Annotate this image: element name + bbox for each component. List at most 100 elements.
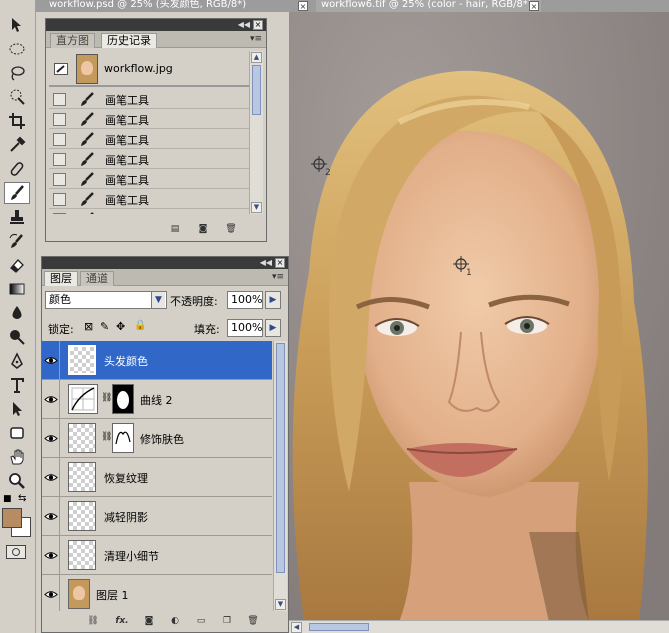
crop-tool-icon[interactable]: [4, 110, 30, 132]
history-source-checkbox[interactable]: [53, 213, 66, 214]
gradient-tool-icon[interactable]: [4, 278, 30, 300]
visibility-eye-icon[interactable]: [42, 341, 60, 379]
history-brush-source-icon[interactable]: [54, 63, 68, 75]
collapse-icon[interactable]: ◀◀: [260, 257, 272, 269]
new-group-icon[interactable]: ▭: [194, 615, 208, 627]
move-tool-icon[interactable]: [4, 14, 30, 36]
add-mask-icon[interactable]: ◙: [142, 615, 156, 627]
visibility-eye-icon[interactable]: [42, 497, 60, 535]
close-icon[interactable]: ×: [253, 20, 263, 30]
document-tab-workflow6-tif[interactable]: workflow6.tif @ 25% (color - hair, RGB/8…: [316, 0, 541, 12]
scroll-down-icon[interactable]: ▼: [275, 599, 286, 610]
layer-mask-thumbnail[interactable]: [112, 384, 134, 414]
layer-row[interactable]: ⛓ 修饰肤色: [42, 419, 272, 458]
swap-colors-icon[interactable]: ⇆: [18, 493, 26, 504]
document-tab-workflow-psd[interactable]: workflow.psd @ 25% (头发颜色, RGB/8*) ×: [44, 0, 310, 12]
lock-position-icon[interactable]: ✥: [116, 320, 125, 333]
fill-slider-button[interactable]: ▶: [265, 319, 281, 337]
lasso-tool-icon[interactable]: [4, 62, 30, 84]
layer-row[interactable]: 恢复纹理: [42, 458, 272, 497]
history-source-checkbox[interactable]: [53, 193, 66, 206]
fill-field[interactable]: 100%: [227, 319, 263, 337]
panel-menu-icon[interactable]: ▾≡: [272, 272, 284, 282]
layers-scrollbar[interactable]: ▼: [273, 341, 287, 611]
layer-row[interactable]: 头发颜色: [42, 341, 272, 380]
history-state[interactable]: 画笔工具: [49, 189, 249, 209]
visibility-eye-icon[interactable]: [42, 575, 60, 611]
quick-mask-icon[interactable]: [6, 545, 26, 559]
visibility-eye-icon[interactable]: [42, 536, 60, 574]
scroll-thumb[interactable]: [309, 623, 369, 631]
history-source-checkbox[interactable]: [53, 133, 66, 146]
close-icon[interactable]: ×: [275, 258, 285, 268]
eyedropper-tool-icon[interactable]: [4, 134, 30, 156]
collapse-icon[interactable]: ◀◀: [238, 19, 250, 31]
adjustment-layer-icon[interactable]: ◐: [168, 615, 182, 627]
close-icon[interactable]: ×: [298, 1, 308, 11]
lock-all-icon[interactable]: 🔒: [134, 320, 146, 331]
type-tool-icon[interactable]: [4, 374, 30, 396]
tab-history[interactable]: 历史记录: [101, 33, 157, 48]
snapshot-camera-icon[interactable]: ◙: [196, 223, 210, 235]
quick-selection-tool-icon[interactable]: [4, 86, 30, 108]
opacity-slider-button[interactable]: ▶: [265, 291, 281, 309]
history-source-checkbox[interactable]: [53, 173, 66, 186]
visibility-eye-icon[interactable]: [42, 380, 60, 418]
zoom-tool-icon[interactable]: [4, 470, 30, 492]
history-brush-tool-icon[interactable]: [4, 230, 30, 252]
dodge-tool-icon[interactable]: [4, 326, 30, 348]
lock-transparency-icon[interactable]: ⊠: [84, 320, 93, 333]
lock-pixels-icon[interactable]: ✎: [100, 320, 109, 333]
link-icon[interactable]: ⛓: [86, 615, 100, 627]
history-source-checkbox[interactable]: [53, 113, 66, 126]
scroll-left-icon[interactable]: ◀: [291, 622, 302, 633]
pen-tool-icon[interactable]: [4, 350, 30, 372]
healing-brush-tool-icon[interactable]: [4, 158, 30, 180]
history-state[interactable]: 画笔工具: [49, 209, 249, 214]
default-colors-icon[interactable]: ■: [3, 494, 12, 504]
history-scrollbar[interactable]: ▲ ▼: [249, 51, 263, 214]
tab-layers[interactable]: 图层: [44, 271, 78, 286]
visibility-eye-icon[interactable]: [42, 458, 60, 496]
history-state[interactable]: 画笔工具: [49, 169, 249, 189]
new-layer-icon[interactable]: ❐: [220, 615, 234, 627]
foreground-color-swatch[interactable]: [2, 508, 22, 528]
history-state[interactable]: 画笔工具: [49, 149, 249, 169]
tab-channels[interactable]: 通道: [80, 271, 114, 286]
history-source-checkbox[interactable]: [53, 93, 66, 106]
path-selection-tool-icon[interactable]: [4, 398, 30, 420]
history-state[interactable]: 画笔工具: [49, 109, 249, 129]
blend-mode-select[interactable]: 颜色 ▼: [45, 291, 167, 309]
blur-tool-icon[interactable]: [4, 302, 30, 324]
eraser-tool-icon[interactable]: [4, 254, 30, 276]
mask-link-icon[interactable]: ⛓: [101, 393, 112, 403]
visibility-eye-icon[interactable]: [42, 419, 60, 457]
scroll-down-icon[interactable]: ▼: [251, 202, 262, 213]
layer-row[interactable]: 清理小细节: [42, 536, 272, 575]
layer-row[interactable]: 减轻阴影: [42, 497, 272, 536]
scroll-thumb[interactable]: [276, 343, 285, 573]
shape-tool-icon[interactable]: [4, 422, 30, 444]
panel-menu-icon[interactable]: ▾≡: [250, 34, 262, 44]
scroll-up-icon[interactable]: ▲: [251, 52, 262, 63]
fx-icon[interactable]: fx.: [112, 615, 132, 627]
history-state[interactable]: 画笔工具: [49, 89, 249, 109]
trash-icon[interactable]: 🗑: [246, 615, 260, 627]
history-snapshot[interactable]: workflow.jpg: [49, 51, 249, 87]
history-source-checkbox[interactable]: [53, 153, 66, 166]
hand-tool-icon[interactable]: [4, 446, 30, 468]
marquee-tool-icon[interactable]: [4, 38, 30, 60]
document-canvas[interactable]: 2 1: [289, 12, 669, 622]
trash-icon[interactable]: 🗑: [224, 223, 238, 235]
layer-mask-thumbnail[interactable]: [112, 423, 134, 453]
layer-row[interactable]: 图层 1: [42, 575, 272, 611]
close-icon[interactable]: ×: [529, 1, 539, 11]
stamp-tool-icon[interactable]: [4, 206, 30, 228]
tab-histogram[interactable]: 直方图: [50, 33, 95, 48]
scroll-thumb[interactable]: [252, 65, 261, 115]
opacity-field[interactable]: 100%: [227, 291, 263, 309]
mask-link-icon[interactable]: ⛓: [101, 432, 112, 442]
new-document-from-state-icon[interactable]: ▤: [168, 223, 182, 235]
canvas-horizontal-scrollbar[interactable]: ◀: [289, 620, 669, 633]
brush-tool-icon[interactable]: [4, 182, 30, 204]
